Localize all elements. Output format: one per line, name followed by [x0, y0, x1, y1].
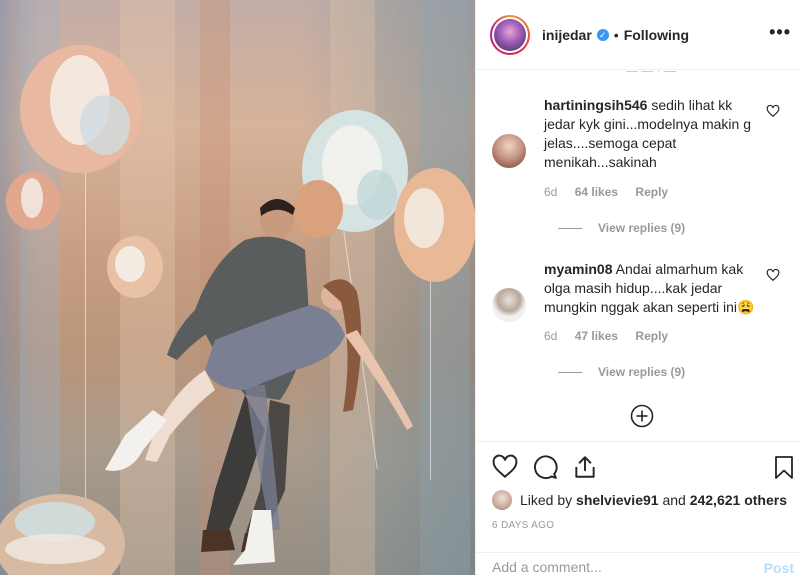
comment-like-heart-icon[interactable] [766, 104, 780, 118]
comment-age: 6d [544, 329, 558, 343]
reply-button[interactable]: Reply [635, 329, 668, 343]
comment-like-heart-icon[interactable] [766, 268, 780, 282]
post-header: inijedar ✓ • Following ••• [476, 0, 801, 70]
balloon [6, 172, 60, 230]
likes-count[interactable]: 242,621 others [690, 492, 787, 508]
comment-icon[interactable] [532, 454, 558, 480]
balloon-string [430, 280, 431, 480]
comment-likes[interactable]: 64 likes [575, 185, 618, 199]
backdrop-streak [420, 0, 470, 575]
more-options-icon[interactable]: ••• [769, 22, 791, 43]
comment-text-block: hartiningsih546 sedih lihat kk jedar kyk… [544, 96, 759, 172]
comment-age: 6d [544, 185, 558, 199]
author-username[interactable]: inijedar [542, 27, 592, 43]
comment-input[interactable] [492, 559, 732, 575]
commenter-username[interactable]: myamin08 [544, 261, 612, 277]
couple-figure [105, 199, 413, 565]
post-side-panel: inijedar ✓ • Following ••• — — · — harti… [475, 0, 801, 575]
comment-text-block: myamin08 Andai almarhum kak olga masih h… [544, 260, 759, 317]
comment-meta: 6d 64 likes Reply [544, 185, 682, 199]
post-comment-button[interactable]: Post [764, 560, 794, 575]
following-button[interactable]: Following [624, 27, 689, 43]
clipped-reply-text: — — · — [626, 71, 676, 77]
comment-likes[interactable]: 47 likes [575, 329, 618, 343]
plus-circle-icon[interactable] [630, 404, 654, 428]
view-replies-label: View replies (9) [598, 365, 686, 379]
liker-username[interactable]: shelvievie91 [576, 492, 659, 508]
replies-divider [558, 228, 582, 230]
likes-joiner: and [662, 492, 686, 508]
reply-button[interactable]: Reply [635, 185, 668, 199]
commenter-avatar[interactable] [492, 134, 526, 168]
view-replies-button[interactable]: View replies (9) [558, 221, 685, 235]
post-photo[interactable] [0, 0, 475, 575]
verified-badge-icon: ✓ [596, 28, 609, 41]
likes-prefix: Liked by [520, 492, 573, 508]
replies-divider [558, 372, 582, 374]
comment-meta: 6d 47 likes Reply [544, 329, 682, 343]
balloon [20, 45, 142, 173]
share-icon[interactable] [572, 454, 598, 480]
profile-photo [494, 18, 526, 51]
heart-icon[interactable] [492, 454, 518, 480]
balloon-string [85, 170, 86, 500]
liker-avatar[interactable] [492, 490, 512, 510]
likes-summary: Liked by shelvievie91 and 242,621 others [492, 490, 787, 510]
commenter-avatar[interactable] [492, 288, 526, 322]
post-actions: Liked by shelvievie91 and 242,621 others… [476, 441, 801, 575]
view-replies-label: View replies (9) [598, 221, 686, 235]
bookmark-icon[interactable] [772, 454, 796, 480]
separator-dot: • [613, 26, 619, 43]
add-comment-bar: Post [476, 552, 801, 575]
avatar[interactable] [490, 14, 530, 55]
commenter-username[interactable]: hartiningsih546 [544, 97, 647, 113]
comments-list[interactable]: — — · — hartiningsih546 sedih lihat kk j… [476, 71, 801, 441]
view-replies-button[interactable]: View replies (9) [558, 365, 685, 379]
post-timestamp[interactable]: 6 DAYS AGO [492, 520, 554, 531]
